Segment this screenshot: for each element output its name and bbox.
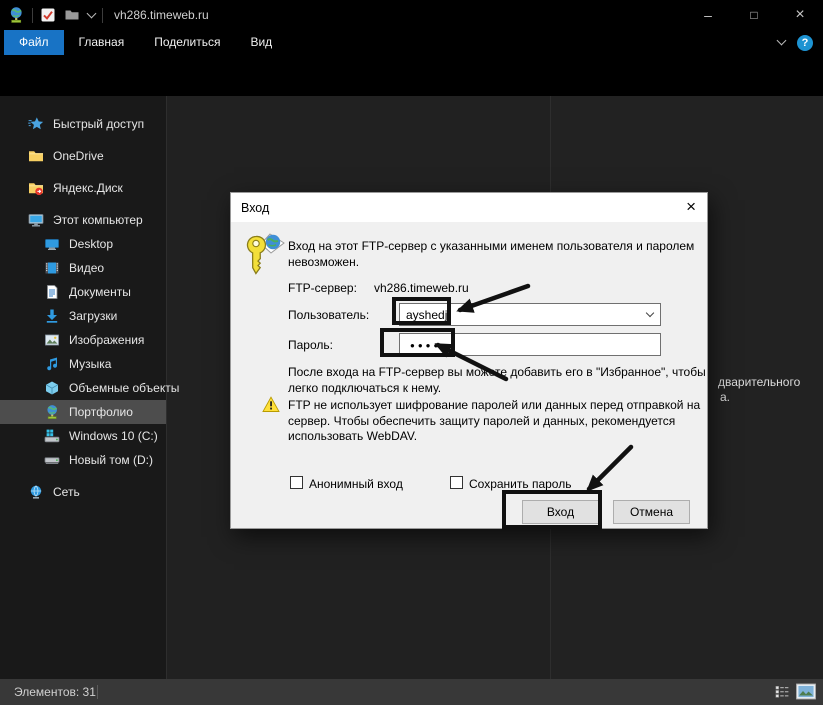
server-value: vh286.timeweb.ru: [374, 281, 469, 297]
sidebar-item-label: Объемные объекты: [69, 381, 179, 395]
sidebar-item-label: Портфолио: [69, 405, 133, 419]
status-bar: Элементов: 31: [0, 679, 823, 705]
help-icon[interactable]: ?: [797, 35, 813, 51]
tab-file[interactable]: Файл: [4, 30, 64, 55]
tab-home[interactable]: Главная: [64, 30, 140, 55]
dialog-title-bar: Вход ×: [231, 193, 707, 222]
items-count: Элементов: 31: [14, 685, 96, 699]
minimize-button[interactable]: –: [685, 0, 731, 30]
divider: [97, 685, 98, 699]
sidebar-item-label: Документы: [69, 285, 131, 299]
sidebar-item-documents[interactable]: Документы: [0, 280, 166, 304]
sidebar-item-3d-objects[interactable]: Объемные объекты: [0, 376, 166, 400]
explorer-window: vh286.timeweb.ru – □ × Файл Главная Поде…: [0, 0, 823, 705]
password-label: Пароль:: [288, 338, 333, 354]
documents-icon: [44, 284, 60, 300]
qat-properties-icon[interactable]: [40, 7, 56, 23]
downloads-icon: [44, 308, 60, 324]
pictures-icon: [44, 332, 60, 348]
preview-text-fragment: а.: [720, 390, 730, 404]
navigation-sidebar: Быстрый доступ OneDrive Яндекс.Диск Этот ко…: [0, 96, 166, 679]
sidebar-item-label: Desktop: [69, 237, 113, 251]
app-ftp-icon: [7, 6, 25, 24]
cancel-button[interactable]: Отмена: [613, 500, 690, 524]
ftp-login-dialog: Вход × Вход на этот FTP-сервер с указанн…: [230, 192, 708, 529]
sidebar-item-portfolio[interactable]: Портфолио: [0, 400, 166, 424]
cube-icon: [44, 380, 60, 396]
tab-share[interactable]: Поделиться: [139, 30, 235, 55]
navigation-bar: ← → ↑ › Интернет › vh286.timeweb.ru Поис…: [0, 55, 823, 96]
sidebar-item-label: Этот компьютер: [53, 213, 143, 227]
anonymous-login-label: Анонимный вход: [309, 477, 403, 493]
sidebar-item-label: OneDrive: [53, 149, 104, 163]
title-bar: vh286.timeweb.ru – □ ×: [0, 0, 823, 30]
login-button[interactable]: Вход: [522, 500, 599, 524]
window-title: vh286.timeweb.ru: [114, 8, 209, 22]
close-button[interactable]: ×: [777, 0, 823, 30]
folder-icon: [28, 148, 44, 164]
computer-icon: [28, 212, 44, 228]
save-password-checkbox[interactable]: [450, 476, 463, 489]
chevron-down-icon: [646, 309, 654, 317]
anonymous-login-checkbox[interactable]: [290, 476, 303, 489]
password-field[interactable]: ●●●●●●: [399, 333, 661, 356]
dialog-close-icon[interactable]: ×: [686, 197, 696, 217]
desktop-icon: [44, 236, 60, 252]
dialog-message: Вход на этот FTP-сервер с указанными име…: [288, 239, 694, 270]
separator: [102, 8, 103, 23]
sidebar-item-quick-access[interactable]: Быстрый доступ: [0, 112, 166, 136]
sidebar-item-this-pc[interactable]: Этот компьютер: [0, 208, 166, 232]
sidebar-item-windows-c[interactable]: Windows 10 (C:): [0, 424, 166, 448]
music-icon: [44, 356, 60, 372]
favorites-note: После входа на FTP-сервер вы можете доба…: [288, 365, 706, 396]
ftp-site-icon: [44, 404, 60, 420]
drive-windows-icon: [44, 428, 60, 444]
preview-text-fragment: дварительного: [718, 375, 800, 389]
maximize-button[interactable]: □: [731, 0, 777, 30]
sidebar-item-label: Загрузки: [69, 309, 117, 323]
sidebar-item-desktop[interactable]: Desktop: [0, 232, 166, 256]
sidebar-item-label: Яндекс.Диск: [53, 181, 123, 195]
drive-icon: [44, 452, 60, 468]
sidebar-item-label: Музыка: [69, 357, 111, 371]
sidebar-item-label: Новый том (D:): [69, 453, 153, 467]
sidebar-item-yandex-disk[interactable]: Яндекс.Диск: [0, 176, 166, 200]
sidebar-item-video[interactable]: Видео: [0, 256, 166, 280]
warning-icon: [262, 396, 280, 413]
server-label: FTP-сервер:: [288, 281, 357, 297]
ribbon-tabs: Файл Главная Поделиться Вид ?: [0, 30, 823, 55]
qat-customize-chevron-icon[interactable]: [87, 8, 97, 18]
video-icon: [44, 260, 60, 276]
sidebar-item-new-volume-d[interactable]: Новый том (D:): [0, 448, 166, 472]
qat-new-folder-icon[interactable]: [64, 7, 80, 23]
expand-ribbon-chevron-icon[interactable]: [777, 36, 787, 46]
sidebar-item-label: Windows 10 (C:): [69, 429, 158, 443]
details-view-button[interactable]: [775, 685, 789, 699]
password-mask: ●●●●●●: [400, 334, 660, 350]
sidebar-item-pictures[interactable]: Изображения: [0, 328, 166, 352]
folder-yandex-icon: [28, 180, 44, 196]
thumbnails-view-button[interactable]: [796, 683, 816, 700]
save-password-label: Сохранить пароль: [469, 477, 571, 493]
warning-text: FTP не использует шифрование паролей или…: [288, 398, 700, 445]
sidebar-item-label: Видео: [69, 261, 104, 275]
star-icon: [28, 116, 44, 132]
username-value: ayshedj: [400, 304, 660, 322]
sidebar-item-label: Быстрый доступ: [53, 117, 144, 131]
tab-view[interactable]: Вид: [235, 30, 287, 55]
sidebar-item-label: Сеть: [53, 485, 80, 499]
username-label: Пользователь:: [288, 308, 369, 324]
sidebar-item-label: Изображения: [69, 333, 144, 347]
sidebar-item-music[interactable]: Музыка: [0, 352, 166, 376]
separator: [32, 8, 33, 23]
key-globe-icon: [244, 231, 286, 279]
sidebar-item-network[interactable]: Сеть: [0, 480, 166, 504]
network-icon: [28, 484, 44, 500]
username-combobox[interactable]: ayshedj: [399, 303, 661, 326]
sidebar-item-onedrive[interactable]: OneDrive: [0, 144, 166, 168]
combobox-dropdown-button[interactable]: [642, 306, 658, 323]
sidebar-item-downloads[interactable]: Загрузки: [0, 304, 166, 328]
dialog-title: Вход: [241, 201, 269, 215]
